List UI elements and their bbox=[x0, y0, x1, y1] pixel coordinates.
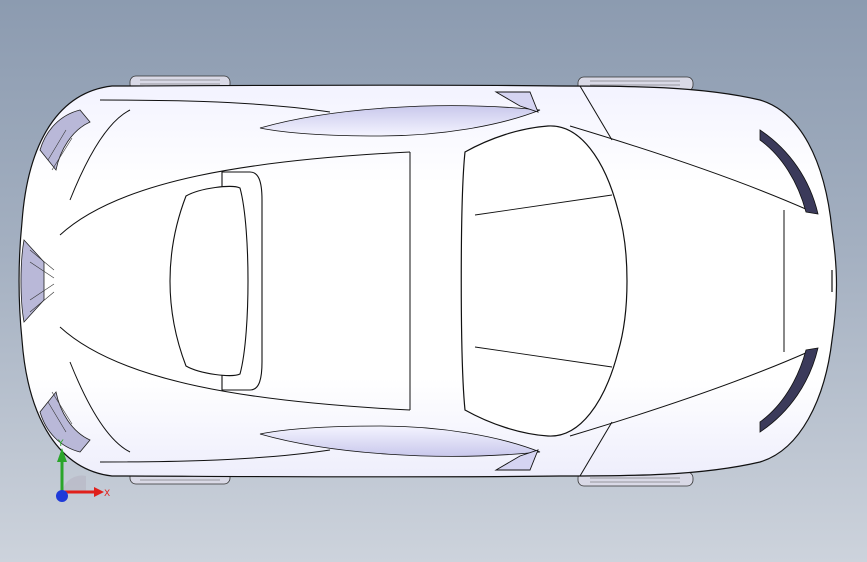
coordinate-triad: Y X bbox=[56, 439, 110, 502]
y-axis-label: Y bbox=[57, 439, 64, 449]
car-body bbox=[18, 84, 838, 478]
hood-scoop-opening bbox=[169, 185, 249, 377]
car-model[interactable] bbox=[0, 0, 867, 562]
x-axis-label: X bbox=[104, 489, 110, 499]
roof-panel bbox=[460, 125, 628, 437]
z-axis bbox=[56, 490, 68, 502]
cad-viewport[interactable]: Y X bbox=[0, 0, 867, 562]
